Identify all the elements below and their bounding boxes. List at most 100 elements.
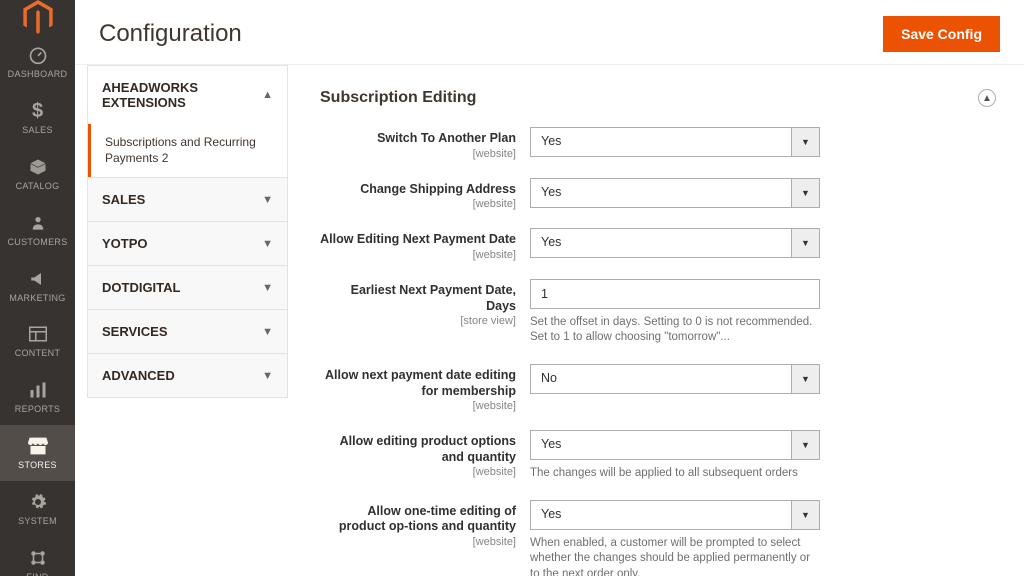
select-value: Yes	[531, 128, 791, 156]
nav-customers[interactable]: CUSTOMERS	[0, 202, 75, 258]
accordion-head[interactable]: ADVANCED ▼	[88, 354, 287, 397]
field-control-column: Yes ▼ When enabled, a customer will be pro…	[530, 500, 820, 576]
gear-icon	[27, 491, 49, 513]
sidebar-item-subscriptions[interactable]: Subscriptions and Recurring Payments 2	[88, 124, 287, 177]
dropdown-toggle[interactable]: ▼	[791, 229, 819, 257]
accordion-head[interactable]: SERVICES ▼	[88, 310, 287, 353]
field-scope: [website]	[320, 400, 516, 412]
select-value: Yes	[531, 431, 791, 459]
select-value: Yes	[531, 229, 791, 257]
nav-marketing[interactable]: MARKETING	[0, 258, 75, 314]
accordion-dotdigital: DOTDIGITAL ▼	[88, 265, 287, 309]
nav-label: CUSTOMERS	[7, 238, 67, 248]
nav-system[interactable]: SYSTEM	[0, 481, 75, 537]
nav-stores[interactable]: STORES	[0, 425, 75, 481]
accordion-label: SERVICES	[102, 324, 168, 339]
chevron-up-icon: ▲	[982, 93, 992, 104]
field-label: Change Shipping Address	[320, 182, 516, 198]
field-scope: [website]	[320, 466, 516, 478]
main-content: Configuration Save Config AHEADWORKS EXT…	[75, 0, 1024, 576]
nav-content[interactable]: CONTENT	[0, 313, 75, 369]
field-note: The changes will be applied to all subse…	[530, 466, 820, 482]
save-config-button[interactable]: Save Config	[883, 16, 1000, 52]
field-row: Allow editing product options and quanti…	[320, 430, 996, 482]
field-scope: [website]	[320, 148, 516, 160]
chevron-down-icon: ▼	[262, 238, 273, 250]
nav-label: DASHBOARD	[8, 70, 68, 80]
chevron-up-icon: ▲	[262, 89, 273, 101]
accordion-label: SALES	[102, 192, 145, 207]
accordion-sales: SALES ▼	[88, 177, 287, 221]
select-field[interactable]: Yes▼	[530, 430, 820, 460]
nav-label: SALES	[22, 126, 53, 136]
gauge-icon	[27, 44, 49, 66]
field-scope: [website]	[320, 536, 516, 548]
accordion-yotpo: YOTPO ▼	[88, 221, 287, 265]
magento-logo[interactable]	[0, 0, 75, 34]
page-header: Configuration Save Config	[75, 0, 1024, 65]
accordion-head[interactable]: DOTDIGITAL ▼	[88, 266, 287, 309]
collapse-section-button[interactable]: ▲	[978, 89, 996, 107]
fields-container: Switch To Another Plan[website]Yes▼Chang…	[320, 127, 996, 576]
select-field[interactable]: Yes▼	[530, 178, 820, 208]
field-control-column: Yes▼	[530, 178, 820, 208]
select-field[interactable]: Yes▼	[530, 127, 820, 157]
dropdown-toggle[interactable]: ▼	[791, 501, 819, 529]
accordion-label: ADVANCED	[102, 368, 175, 383]
accordion-head[interactable]: SALES ▼	[88, 178, 287, 221]
field-label-column: Allow next payment date editing for memb…	[320, 364, 530, 412]
caret-down-icon: ▼	[801, 188, 810, 198]
field-label: Switch To Another Plan	[320, 131, 516, 147]
nav-catalog[interactable]: CATALOG	[0, 146, 75, 202]
caret-down-icon: ▼	[801, 374, 810, 384]
accordion-advanced: ADVANCED ▼	[88, 353, 287, 397]
accordion-label: YOTPO	[102, 236, 148, 251]
bars-icon	[27, 379, 49, 401]
dropdown-toggle[interactable]: ▼	[791, 179, 819, 207]
accordion-head[interactable]: AHEADWORKS EXTENSIONS ▲	[88, 66, 287, 124]
chevron-down-icon: ▼	[262, 282, 273, 294]
field-label: Earliest Next Payment Date, Days	[320, 283, 516, 314]
select-field[interactable]: Yes ▼	[530, 500, 820, 530]
nav-label: REPORTS	[15, 405, 60, 415]
chevron-down-icon: ▼	[262, 370, 273, 382]
field-row: Allow next payment date editing for memb…	[320, 364, 996, 412]
dropdown-toggle[interactable]: ▼	[791, 431, 819, 459]
field-label: Allow Editing Next Payment Date	[320, 232, 516, 248]
person-icon	[27, 212, 49, 234]
accordion-label: DOTDIGITAL	[102, 280, 180, 295]
field-label-column: Allow Editing Next Payment Date[website]	[320, 228, 530, 261]
field-row: Earliest Next Payment Date, Days[store v…	[320, 279, 996, 346]
field-label: Allow next payment date editing for memb…	[320, 368, 516, 399]
chevron-down-icon: ▼	[262, 194, 273, 206]
dropdown-toggle[interactable]: ▼	[791, 365, 819, 393]
text-input[interactable]	[530, 279, 820, 309]
nav-dashboard[interactable]: DASHBOARD	[0, 34, 75, 90]
field-label-column: Change Shipping Address[website]	[320, 178, 530, 211]
config-sidebar: AHEADWORKS EXTENSIONS ▲ Subscriptions an…	[75, 65, 288, 576]
field-row: Allow one-time editing of product op-tio…	[320, 500, 996, 576]
field-row: Allow Editing Next Payment Date[website]…	[320, 228, 996, 261]
link-icon	[27, 547, 49, 569]
select-value: Yes	[531, 501, 791, 529]
dollar-icon: $	[27, 100, 49, 122]
field-label: Allow editing product options and quanti…	[320, 434, 516, 465]
select-field[interactable]: Yes▼	[530, 228, 820, 258]
field-row: Switch To Another Plan[website] Yes▼	[320, 127, 996, 160]
layout-icon	[27, 323, 49, 345]
admin-nav-sidebar: DASHBOARD $ SALES CATALOG CUSTOMERS MARK…	[0, 0, 75, 576]
dropdown-toggle[interactable]: ▼	[791, 128, 819, 156]
accordion-aheadworks: AHEADWORKS EXTENSIONS ▲ Subscriptions an…	[88, 65, 287, 177]
nav-find-partners[interactable]: FIND PARTNERS & EXTENSIONS	[0, 537, 75, 576]
caret-down-icon: ▼	[801, 510, 810, 520]
nav-label: CONTENT	[15, 349, 61, 359]
field-note: When enabled, a customer will be prompte…	[530, 536, 820, 576]
nav-sales[interactable]: $ SALES	[0, 90, 75, 146]
field-label: Allow one-time editing of product op-tio…	[320, 504, 516, 535]
accordion-head[interactable]: YOTPO ▼	[88, 222, 287, 265]
nav-reports[interactable]: REPORTS	[0, 369, 75, 425]
field-control-column: Yes▼	[530, 127, 820, 157]
nav-label: SYSTEM	[18, 517, 57, 527]
store-icon	[27, 435, 49, 457]
select-field[interactable]: No▼	[530, 364, 820, 394]
